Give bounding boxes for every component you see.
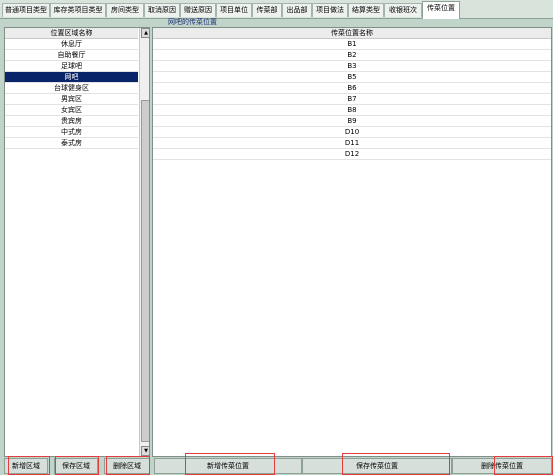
scroll-up-arrow-icon[interactable]: ▲ (141, 28, 149, 38)
tab-inventory-item-type[interactable]: 库存类项目类型 (50, 3, 106, 17)
table-row[interactable]: B1 (153, 39, 551, 50)
list-item[interactable]: 台球健身区 (5, 83, 138, 94)
list-item[interactable]: 自助餐厅 (5, 50, 138, 61)
tab-serving-position[interactable]: 传菜位置 (422, 1, 460, 19)
scroll-thumb[interactable] (141, 100, 149, 442)
tab-item-method[interactable]: 项目做法 (312, 3, 348, 17)
area-column-header[interactable]: 位置区域名称 (5, 28, 138, 39)
list-item[interactable]: 贵宾房 (5, 116, 138, 127)
list-item[interactable]: 泰式房 (5, 138, 138, 149)
scroll-down-arrow-icon[interactable]: ▼ (141, 446, 149, 456)
list-item[interactable]: 女宾区 (5, 105, 138, 116)
table-row[interactable]: D12 (153, 149, 551, 160)
table-row[interactable]: B2 (153, 50, 551, 61)
right-panel-title: 网吧的传菜位置 (168, 18, 217, 26)
tab-item-unit[interactable]: 项目单位 (216, 3, 252, 17)
tab-room-type[interactable]: 房间类型 (106, 3, 144, 17)
tab-settlement-type[interactable]: 结算类型 (348, 3, 384, 17)
tab-regular-item-type[interactable]: 普通项目类型 (2, 3, 50, 17)
area-list-scrollbar[interactable]: ▲ ▼ (139, 28, 149, 456)
tab-serving-dept[interactable]: 传菜部 (252, 3, 282, 17)
position-list-panel: 传菜位置名称 B1 B2 B3 B5 B6 B7 B8 B9 D10 D11 D… (152, 27, 552, 457)
tab-gift-reason[interactable]: 赠送原因 (180, 3, 216, 17)
table-row[interactable]: B5 (153, 72, 551, 83)
table-row[interactable]: B8 (153, 105, 551, 116)
list-item-selected[interactable]: 网吧 (5, 72, 138, 83)
tab-cancel-reason[interactable]: 取消原因 (144, 3, 180, 17)
table-row[interactable]: B6 (153, 83, 551, 94)
position-column-header[interactable]: 传菜位置名称 (153, 28, 551, 39)
delete-area-button[interactable]: 删除区域 (104, 458, 150, 474)
save-position-button[interactable]: 保存传菜位置 (302, 458, 452, 474)
table-row[interactable]: B3 (153, 61, 551, 72)
list-item[interactable]: 足球吧 (5, 61, 138, 72)
table-row[interactable]: D10 (153, 127, 551, 138)
table-row[interactable]: D11 (153, 138, 551, 149)
tab-output-dept[interactable]: 出品部 (282, 3, 312, 17)
delete-position-button[interactable]: 删除传菜位置 (452, 458, 552, 474)
list-item[interactable]: 男宾区 (5, 94, 138, 105)
tab-cashier-shift[interactable]: 收银班次 (384, 3, 422, 17)
save-area-button[interactable]: 保存区域 (54, 458, 98, 474)
tab-bar: 普通项目类型 库存类项目类型 房间类型 取消原因 赠送原因 项目单位 传菜部 出… (0, 0, 553, 19)
table-row[interactable]: B9 (153, 116, 551, 127)
area-list-panel: 位置区域名称 休息厅 自助餐厅 足球吧 网吧 台球健身区 男宾区 女宾区 贵宾房… (4, 27, 150, 457)
add-position-button[interactable]: 新增传菜位置 (154, 458, 302, 474)
table-row[interactable]: B7 (153, 94, 551, 105)
list-item[interactable]: 中式房 (5, 127, 138, 138)
list-item[interactable]: 休息厅 (5, 39, 138, 50)
add-area-button[interactable]: 新增区域 (4, 458, 48, 474)
